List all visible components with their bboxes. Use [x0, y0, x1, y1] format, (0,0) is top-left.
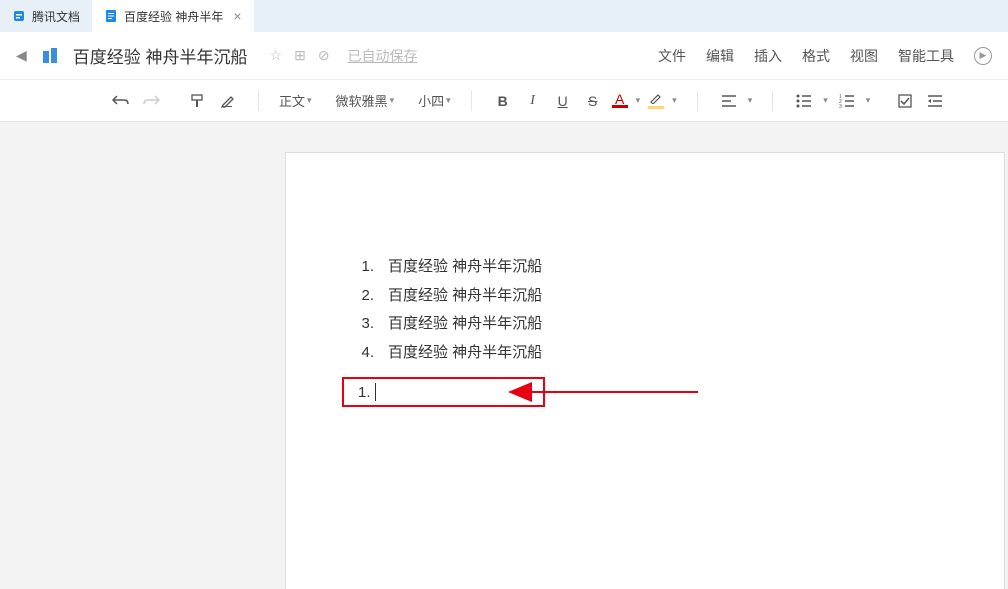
checklist-button[interactable] [894, 88, 916, 114]
list-text: 百度经验 神舟半年沉船 [388, 253, 542, 282]
check-icon: ⊘ [318, 47, 330, 64]
chevron-down-icon: ▾ [446, 95, 451, 106]
new-list-number: 1. [358, 384, 371, 401]
menu-smart-tools[interactable]: 智能工具 [898, 46, 954, 66]
format-painter-icon[interactable] [186, 88, 208, 114]
style-label: 正文 [279, 91, 305, 110]
toolbar: 正文 ▾ 微软雅黑 ▾ 小四 ▾ B I U S A ▾ ▾ [0, 80, 1008, 122]
font-color-letter: A [615, 93, 624, 105]
outdent-button[interactable] [924, 88, 946, 114]
play-icon[interactable]: ▶ [974, 47, 992, 65]
style-dropdown[interactable]: 正文 ▾ [279, 91, 312, 110]
menu-view[interactable]: 视图 [850, 46, 878, 66]
star-icon[interactable]: ☆ [270, 47, 283, 64]
back-icon[interactable]: ◀ [16, 47, 27, 64]
underline-button[interactable]: U [552, 88, 574, 114]
font-color-bar [612, 105, 628, 108]
undo-icon[interactable] [110, 88, 132, 114]
chevron-down-icon[interactable]: ▾ [636, 95, 641, 106]
document-page[interactable]: 1. 百度经验 神舟半年沉船 2. 百度经验 神舟半年沉船 3. 百度经验 神舟… [285, 152, 1005, 589]
font-label: 微软雅黑 [336, 91, 388, 110]
list-number: 2. [356, 282, 374, 311]
tencent-docs-icon [12, 9, 26, 23]
list-item[interactable]: 3. 百度经验 神舟半年沉船 [356, 310, 934, 339]
header-left: ◀ 百度经验 神舟半年沉船 ☆ ⊞ ⊘ 已自动保存 [16, 43, 418, 68]
tab-label: 腾讯文档 [32, 8, 80, 25]
chevron-down-icon: ▾ [307, 95, 312, 106]
menu-format[interactable]: 格式 [802, 46, 830, 66]
size-dropdown[interactable]: 小四 ▾ [418, 91, 451, 110]
text-cursor [375, 383, 376, 401]
chevron-down-icon: ▾ [390, 95, 395, 106]
highlight-color-button[interactable] [648, 92, 664, 109]
highlight-bar [648, 106, 664, 109]
bold-button[interactable]: B [492, 88, 514, 114]
arrow-head-icon [508, 382, 532, 402]
font-color-button[interactable]: A [612, 93, 628, 108]
list-text: 百度经验 神舟半年沉船 [388, 339, 542, 368]
list-text: 百度经验 神舟半年沉船 [388, 310, 542, 339]
arrow-line [528, 391, 698, 393]
chevron-down-icon[interactable]: ▾ [748, 95, 753, 106]
canvas-area: 1. 百度经验 神舟半年沉船 2. 百度经验 神舟半年沉船 3. 百度经验 神舟… [0, 122, 1008, 589]
list-item[interactable]: 4. 百度经验 神舟半年沉船 [356, 339, 934, 368]
tab-label: 百度经验 神舟半年 [124, 8, 223, 25]
list-item[interactable]: 2. 百度经验 神舟半年沉船 [356, 282, 934, 311]
clear-format-icon[interactable] [216, 88, 238, 114]
italic-button[interactable]: I [522, 88, 544, 114]
list-number: 1. [356, 253, 374, 282]
header-bar: ◀ 百度经验 神舟半年沉船 ☆ ⊞ ⊘ 已自动保存 文件 编辑 插入 格式 视图… [0, 32, 1008, 80]
list-item[interactable]: 1. 百度经验 神舟半年沉船 [356, 253, 934, 282]
size-label: 小四 [418, 91, 444, 110]
tab-bar: 腾讯文档 百度经验 神舟半年 × [0, 0, 1008, 32]
menu-insert[interactable]: 插入 [754, 46, 782, 66]
list-number: 3. [356, 310, 374, 339]
highlighter-icon [649, 92, 663, 104]
add-icon[interactable]: ⊞ [294, 47, 306, 64]
page-title: 百度经验 神舟半年沉船 [73, 43, 248, 68]
redo-icon[interactable] [140, 88, 162, 114]
menu-edit[interactable]: 编辑 [706, 46, 734, 66]
svg-text:3: 3 [839, 104, 842, 108]
numbered-list-button[interactable]: 123 [836, 88, 858, 114]
font-dropdown[interactable]: 微软雅黑 ▾ [336, 91, 395, 110]
list-text: 百度经验 神舟半年沉船 [388, 282, 542, 311]
menu-file[interactable]: 文件 [658, 46, 686, 66]
list-number: 4. [356, 339, 374, 368]
annotation-arrow [508, 385, 698, 399]
app-logo-icon [39, 45, 61, 67]
bullet-list-button[interactable] [793, 88, 815, 114]
strike-button[interactable]: S [582, 88, 604, 114]
save-status[interactable]: 已自动保存 [348, 46, 418, 66]
align-button[interactable] [718, 88, 740, 114]
document-icon [104, 9, 118, 23]
tab-document[interactable]: 百度经验 神舟半年 × [92, 0, 254, 32]
header-icons: ☆ ⊞ ⊘ 已自动保存 [270, 46, 418, 66]
tab-tencent-docs[interactable]: 腾讯文档 [0, 0, 92, 32]
menu-bar: 文件 编辑 插入 格式 视图 智能工具 ▶ [658, 46, 992, 66]
close-icon[interactable]: × [233, 8, 241, 24]
chevron-down-icon[interactable]: ▾ [866, 95, 871, 106]
chevron-down-icon[interactable]: ▾ [823, 95, 828, 106]
numbered-list: 1. 百度经验 神舟半年沉船 2. 百度经验 神舟半年沉船 3. 百度经验 神舟… [356, 253, 934, 367]
chevron-down-icon[interactable]: ▾ [672, 95, 677, 106]
